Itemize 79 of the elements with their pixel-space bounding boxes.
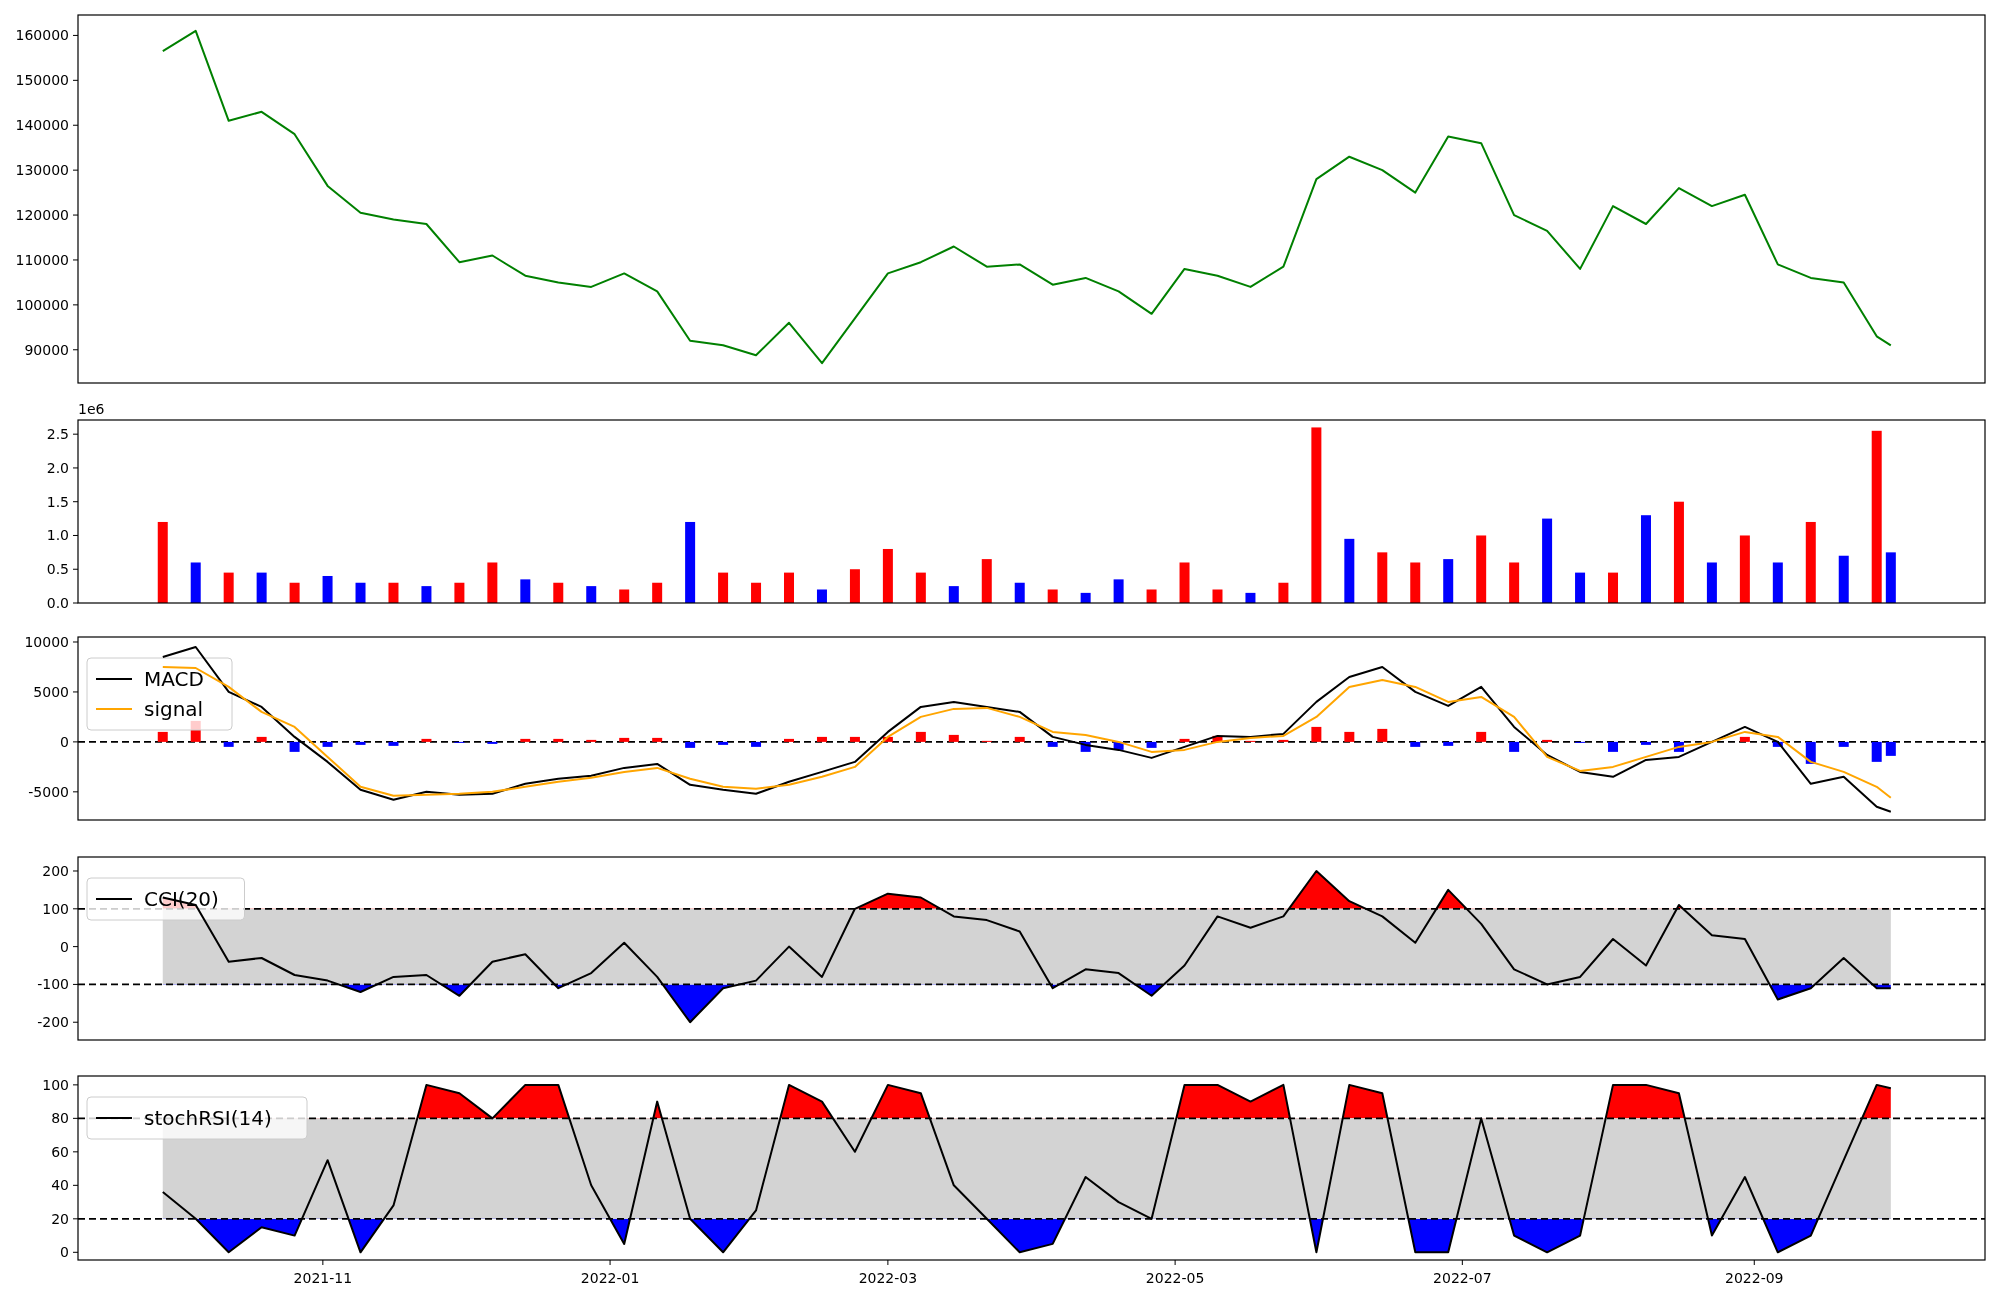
axis-tick-label: 110000: [15, 251, 69, 268]
axis-tick-label: -100: [37, 976, 69, 993]
legend-label: signal: [144, 697, 204, 721]
axis-tick-label: 10000: [24, 634, 69, 650]
axis-tick-label: -200: [37, 1014, 69, 1031]
axis-tick-label: 150000: [15, 72, 69, 89]
tick-mark: [72, 534, 79, 536]
axis-tick-label: 2022-07: [1433, 1270, 1492, 1286]
axis-tick-label: 80: [51, 1110, 69, 1127]
axis-tick-label: 1.5: [46, 493, 69, 510]
tick-mark: [72, 1117, 79, 1119]
legend-label: stochRSI(14): [144, 1106, 272, 1130]
tick-mark: [72, 259, 79, 261]
legend-line-sample: [95, 898, 133, 900]
tick-mark: [72, 1184, 79, 1186]
tick-mark: [72, 433, 79, 435]
axis-tick-label: 100: [42, 1076, 69, 1093]
axis-tick-label: 100: [42, 900, 69, 917]
tick-mark: [72, 304, 79, 306]
tick-mark: [1461, 1259, 1463, 1266]
axis-tick-label: 2022-09: [1725, 1270, 1784, 1286]
axis-tick-label: 130000: [15, 162, 69, 179]
tick-mark: [1174, 1259, 1176, 1266]
tick-mark: [72, 169, 79, 171]
tick-mark: [72, 34, 79, 36]
axis-offset-label: 1e6: [78, 401, 105, 417]
legend-line-sample: [95, 678, 133, 680]
axis-tick-label: -5000: [28, 783, 69, 800]
legend-line-sample: [95, 708, 133, 710]
axis-tick-label: 60: [51, 1143, 69, 1160]
axis-tick-label: 2022-01: [580, 1270, 640, 1286]
axis-tick-label: 20: [51, 1210, 69, 1227]
legend-line-sample: [95, 1117, 133, 1119]
legend-label: MACD: [144, 667, 204, 691]
tick-mark: [72, 741, 79, 743]
tick-mark: [72, 467, 79, 469]
tick-mark: [72, 79, 79, 81]
tick-mark: [322, 1259, 324, 1266]
tick-mark: [72, 501, 79, 503]
tick-mark: [72, 1084, 79, 1086]
tick-mark: [72, 214, 79, 216]
tick-mark: [72, 983, 79, 985]
legend-label: CCI(20): [144, 887, 219, 911]
axis-tick-label: 100000: [15, 296, 69, 313]
tick-mark: [609, 1259, 611, 1266]
axis-tick-label: 0: [60, 1244, 69, 1261]
tick-mark: [72, 908, 79, 910]
axis-tick-label: 2.5: [46, 426, 69, 443]
axis-tick-label: 2022-05: [1145, 1270, 1205, 1286]
axis-tick-label: 160000: [15, 27, 69, 44]
axis-tick-label: 40: [51, 1177, 69, 1194]
axis-tick-label: 2022-03: [858, 1270, 918, 1286]
tick-mark: [72, 349, 79, 351]
tick-mark: [72, 641, 79, 643]
axis-tick-label: 1.0: [46, 527, 69, 544]
tick-mark: [72, 124, 79, 126]
axis-tick-label: 140000: [15, 117, 69, 134]
axis-tick-label: 0.5: [46, 561, 69, 578]
tick-mark: [72, 1218, 79, 1220]
axis-tick-label: 0.0: [46, 595, 69, 611]
tick-mark: [887, 1259, 889, 1266]
axis-tick-label: 0: [60, 733, 69, 750]
tick-mark: [72, 568, 79, 570]
axis-tick-label: 2.0: [46, 459, 69, 476]
tick-mark: [72, 602, 79, 604]
axis-tick-label: 90000: [24, 341, 69, 358]
axis-tick-label: 0: [60, 938, 69, 955]
tick-mark: [72, 691, 79, 693]
tick-mark: [72, 1151, 79, 1153]
axis-tick-label: 120000: [15, 207, 69, 224]
axis-tick-label: 5000: [33, 683, 69, 700]
tick-mark: [72, 870, 79, 872]
tick-mark: [72, 1251, 79, 1253]
tick-mark: [72, 791, 79, 793]
tick-mark: [1753, 1259, 1755, 1266]
axis-tick-label: 2021-11: [293, 1270, 353, 1286]
tick-mark: [72, 946, 79, 948]
tick-mark: [72, 1021, 79, 1023]
axis-tick-label: 200: [42, 863, 69, 879]
